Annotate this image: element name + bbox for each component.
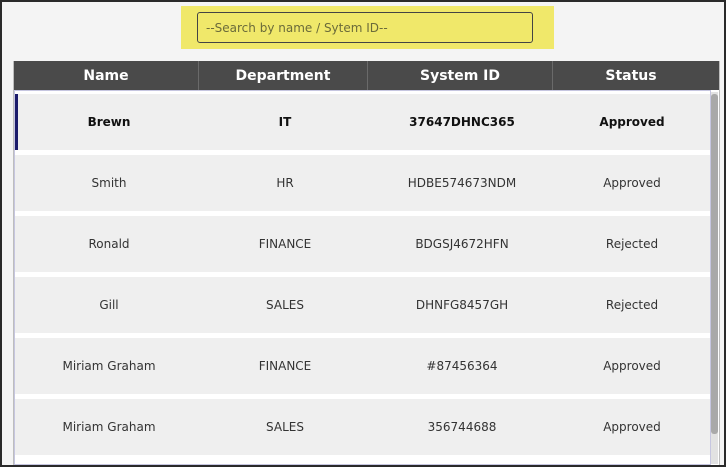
- cell-name: Miriam Graham: [62, 359, 156, 373]
- table-row[interactable]: Gill SALES DHNFG8457GH Rejected: [15, 277, 710, 333]
- table-row[interactable]: Miriam Graham FINANCE #87456364 Approved: [15, 338, 710, 394]
- cell-system-id: 356744688: [427, 420, 497, 434]
- cell-status: Rejected: [605, 237, 659, 251]
- cell-system-id: #87456364: [426, 359, 498, 373]
- search-input[interactable]: [197, 12, 533, 43]
- cell-system-id: BDGSJ4672HFN: [415, 237, 509, 251]
- scrollbar-thumb[interactable]: [711, 94, 718, 434]
- cell-status: Rejected: [605, 298, 659, 312]
- column-header-name[interactable]: Name: [14, 61, 199, 90]
- cell-status: Approved: [603, 359, 661, 373]
- cell-system-id: HDBE574673NDM: [407, 176, 517, 190]
- table-row[interactable]: Ronald FINANCE BDGSJ4672HFN Rejected: [15, 216, 710, 272]
- cell-system-id: 37647DHNC365: [409, 115, 515, 129]
- cell-name: Ronald: [88, 237, 130, 251]
- cell-name: Brewn: [87, 115, 131, 129]
- cell-name: Gill: [99, 298, 119, 312]
- cell-department: IT: [278, 115, 292, 129]
- cell-system-id: DHNFG8457GH: [415, 298, 509, 312]
- cell-department: FINANCE: [258, 359, 312, 373]
- table-row[interactable]: Brewn IT 37647DHNC365 Approved: [15, 94, 710, 150]
- employee-table: Name Department System ID Status Brewn I…: [13, 61, 720, 465]
- cell-department: HR: [276, 176, 294, 190]
- app-frame: Name Department System ID Status Brewn I…: [0, 0, 726, 467]
- table-row[interactable]: Smith HR HDBE574673NDM Approved: [15, 155, 710, 211]
- cell-name: Miriam Graham: [62, 420, 156, 434]
- cell-status: Approved: [603, 420, 661, 434]
- table-scrollbar[interactable]: [711, 92, 718, 464]
- table-row[interactable]: Miriam Graham SALES 356744688 Approved: [15, 399, 710, 455]
- cell-department: FINANCE: [258, 237, 312, 251]
- cell-status: Approved: [599, 115, 665, 129]
- table-header: Name Department System ID Status: [14, 61, 719, 90]
- search-bar-container: [181, 6, 554, 49]
- column-header-status[interactable]: Status: [553, 61, 709, 90]
- column-header-system-id[interactable]: System ID: [368, 61, 553, 90]
- table-body: Brewn IT 37647DHNC365 Approved Smith HR …: [14, 90, 711, 465]
- cell-name: Smith: [91, 176, 127, 190]
- cell-department: SALES: [266, 298, 304, 312]
- cell-status: Approved: [603, 176, 661, 190]
- cell-department: SALES: [266, 420, 304, 434]
- column-header-department[interactable]: Department: [199, 61, 368, 90]
